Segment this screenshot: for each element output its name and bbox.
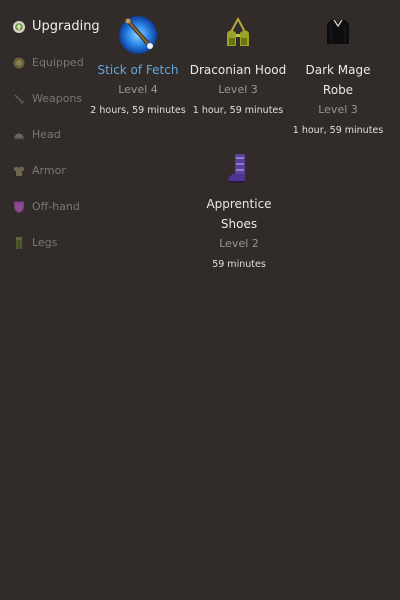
off-hand-icon — [12, 199, 26, 213]
item-name: Dark Mage Robe — [305, 63, 371, 97]
upgrade-item-dark-mage-robe[interactable]: Dark Mage Robe Level 3 1 hour, 59 minute… — [289, 14, 387, 141]
sidebar-item-label: Armor — [32, 163, 66, 177]
item-name: Apprentice Shoes — [206, 197, 272, 231]
item-level: Level 3 — [218, 83, 258, 96]
hood-icon — [217, 14, 259, 56]
sidebar-item-label: Legs — [32, 235, 58, 249]
sidebar-item-legs[interactable]: Legs — [12, 231, 57, 253]
sidebar: Upgrading Equipped Weapons Head Armor Of… — [0, 0, 100, 600]
upgrade-icon — [12, 19, 26, 33]
upgrade-item-stick-of-fetch[interactable]: Stick of Fetch Level 4 2 hours, 59 minut… — [89, 14, 187, 121]
item-time: 1 hour, 59 minutes — [292, 125, 384, 136]
boots-icon — [218, 148, 260, 190]
legs-icon — [12, 235, 26, 249]
sidebar-item-label: Weapons — [32, 91, 83, 105]
upgrade-item-apprentice-shoes[interactable]: Apprentice Shoes Level 2 59 minutes — [189, 148, 289, 275]
item-level: Level 2 — [219, 237, 259, 250]
upgrade-screen: Upgrading Equipped Weapons Head Armor Of… — [0, 0, 400, 600]
sidebar-item-armor[interactable]: Armor — [12, 159, 66, 181]
staff-icon — [117, 14, 159, 56]
item-time: 1 hour, 59 minutes — [192, 105, 284, 116]
equipped-icon — [12, 55, 26, 69]
sidebar-item-equipped[interactable]: Equipped — [12, 51, 84, 73]
armor-icon — [12, 163, 26, 177]
item-level: Level 3 — [318, 103, 358, 116]
item-name: Draconian Hood — [189, 63, 287, 77]
head-icon — [12, 127, 26, 141]
item-time: 59 minutes — [212, 259, 266, 270]
sidebar-item-label: Equipped — [32, 55, 84, 69]
upgrade-item-draconian-hood[interactable]: Draconian Hood Level 3 1 hour, 59 minute… — [189, 14, 287, 121]
sidebar-item-weapons[interactable]: Weapons — [12, 87, 82, 109]
item-name: Stick of Fetch — [97, 63, 179, 77]
sidebar-item-head[interactable]: Head — [12, 123, 61, 145]
robe-icon — [317, 14, 359, 56]
item-time: 2 hours, 59 minutes — [90, 105, 186, 116]
sidebar-item-label: Off-hand — [32, 199, 80, 213]
item-level: Level 4 — [118, 83, 158, 96]
sidebar-item-upgrading[interactable]: Upgrading — [12, 15, 100, 37]
sidebar-item-label: Head — [32, 127, 61, 141]
weapons-icon — [12, 91, 26, 105]
sidebar-item-off-hand[interactable]: Off-hand — [12, 195, 80, 217]
